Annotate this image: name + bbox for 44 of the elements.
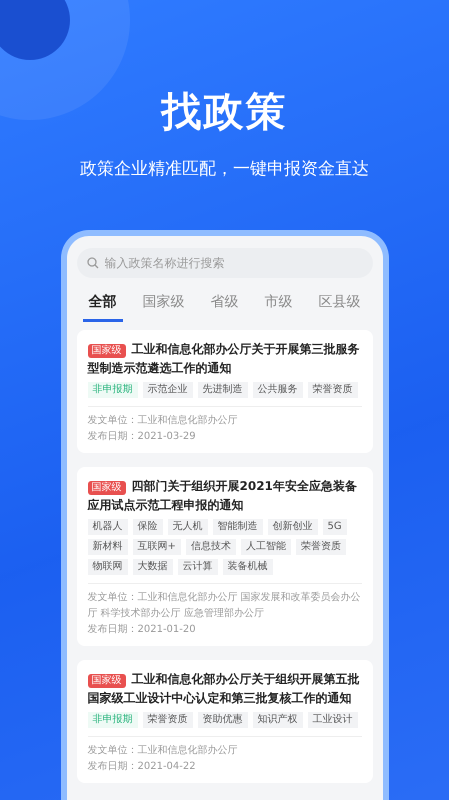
topic-tag: 先进制造 [198, 382, 248, 398]
topic-tag: 工业设计 [308, 712, 358, 728]
level-badge: 国家级 [88, 674, 126, 688]
topic-tag: 公共服务 [252, 382, 302, 398]
issuer-text: 发文单位：工业和信息化部办公厅 [88, 414, 238, 428]
issuer-text: 发文单位：工业和信息化部办公厅 国家发展和改革委员会办公厅 科学技术部办公厅 应急管理部办公厅 [88, 590, 362, 621]
policy-title: 国家级 四部门关于组织开展2021年安全应急装备应用试点示范工程申报的通知 [88, 478, 358, 514]
topic-tag: 荣誉资质 [142, 712, 192, 728]
policy-card[interactable]: 国家级 工业和信息化部办公厅关于开展第三批服务型制造示范遴选工作的通知 非申报期 示范企业 先进制造 公共服务 荣誉资质 发文单位：工业和信息化部办公厅 发布日期：2021-03-29 [76, 330, 372, 453]
topic-tag: 物联网 [88, 559, 128, 575]
tab[interactable]: 全部 [82, 292, 122, 322]
level-badge: 国家级 [88, 481, 126, 495]
topic-tag: 装备机械 [222, 559, 272, 575]
topic-tag: 大数据 [132, 559, 172, 575]
topic-tag: 资助优惠 [198, 712, 248, 728]
topic-tag: 荣誉资质 [296, 539, 346, 555]
hero-title: 找政策 [162, 88, 288, 137]
topic-tag: 信息技术 [186, 539, 236, 555]
topic-tag: 新材料 [88, 539, 128, 555]
policy-title: 国家级 工业和信息化部办公厅关于组织开展第五批国家级工业设计中心认定和第三批复核工作的通知 [88, 671, 360, 707]
issuer-text: 发文单位：工业和信息化部办公厅 [88, 744, 238, 758]
topic-tag: 示范企业 [142, 382, 192, 398]
topic-tag: 创新创业 [268, 519, 318, 535]
topic-tag: 机器人 [88, 519, 128, 535]
level-badge: 国家级 [88, 344, 126, 358]
search-field[interactable]: 输入政策名称进行搜索 [76, 248, 372, 278]
topic-tag: 无人机 [168, 519, 208, 535]
status-tag: 非申报期 [88, 712, 138, 728]
policy-card[interactable]: 国家级 工业和信息化部办公厅关于组织开展第五批国家级工业设计中心认定和第三批复核工作的通知 非申报期 荣誉资质 资助优惠 知识产权 工业设计 发文单位：工业和信息化部办公厅 发布日期：2021-04-22 [76, 660, 372, 783]
date-text: 发布日期：2021-03-29 [88, 430, 197, 444]
topic-tag: 荣誉资质 [308, 382, 358, 398]
status-tag: 非申报期 [88, 382, 138, 398]
topic-tag: 人工智能 [240, 539, 291, 555]
hero-subtitle: 政策企业精准匹配，一键申报资金直达 [80, 158, 369, 180]
topic-tag: 知识产权 [252, 712, 302, 728]
policy-card[interactable]: 国家级 四部门关于组织开展2021年安全应急装备应用试点示范工程申报的通知 机器人 保险 无人机 智能制造 创新创业 5G 新材料 互联网+ 信息技术 人工智能 荣誉资质 物联网 大数据 云计算 装备机械 发文单位：工业和信息化部办公厅 国家发展和改革委员会办公厅 科学技术部办公厅 应急管理部办公厅 发布日期：2021-01-20 [76, 467, 372, 646]
topic-tag: 互联网+ [132, 539, 181, 555]
topic-tag: 保险 [132, 519, 162, 535]
date-text: 发布日期：2021-01-20 [88, 622, 197, 637]
topic-tag: 云计算 [178, 559, 218, 575]
topic-tag: 智能制造 [212, 519, 262, 535]
date-text: 发布日期：2021-04-22 [88, 760, 197, 774]
topic-tag: 5G [322, 519, 347, 535]
policy-title: 国家级 工业和信息化部办公厅关于开展第三批服务型制造示范遴选工作的通知 [88, 341, 360, 377]
